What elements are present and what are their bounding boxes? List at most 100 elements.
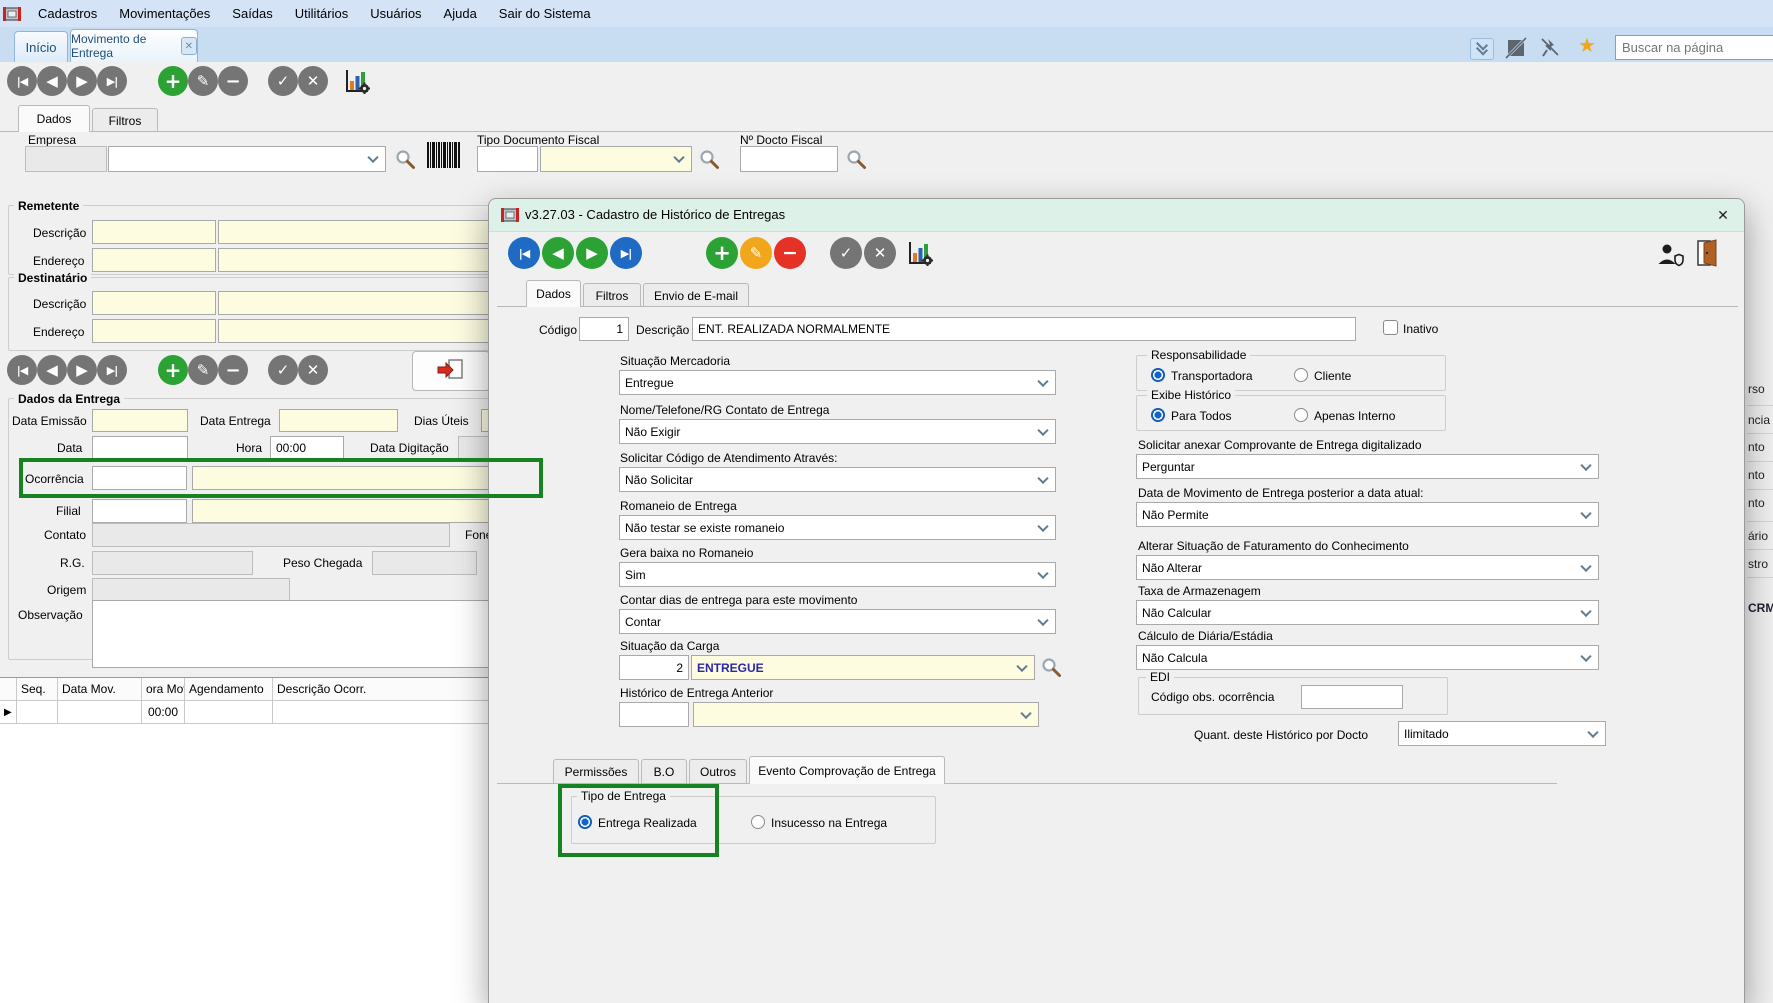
- barcode-icon[interactable]: [426, 141, 462, 171]
- destinatario-endereco-code-field[interactable]: [92, 319, 216, 343]
- dlg-tab-permissoes[interactable]: Permissões: [553, 759, 639, 784]
- nav-prev-button[interactable]: ◀: [37, 66, 67, 96]
- dlg-tab-bo[interactable]: B.O: [641, 759, 687, 784]
- insucesso-entrega-radio[interactable]: [751, 815, 765, 829]
- menu-item-sair[interactable]: Sair do Sistema: [488, 6, 602, 21]
- dialog-close-button[interactable]: ✕: [1711, 203, 1735, 227]
- dlg-tab-outros[interactable]: Outros: [689, 759, 747, 784]
- dlg-confirm-button[interactable]: ✓: [830, 237, 862, 269]
- comprovante-select[interactable]: Perguntar: [1136, 454, 1599, 479]
- dlg-chart-settings-icon[interactable]: [906, 239, 934, 267]
- entrega-nav-last-button[interactable]: ▶|: [97, 355, 127, 385]
- grid-header-hora-mov[interactable]: ora Mov: [142, 678, 185, 701]
- situacao-carga-select[interactable]: ENTREGUE: [691, 655, 1035, 680]
- grid-header-data-mov[interactable]: Data Mov.: [58, 678, 142, 701]
- confirm-button[interactable]: ✓: [268, 66, 298, 96]
- data-field[interactable]: [92, 436, 188, 459]
- dlg-tab-dados[interactable]: Dados: [526, 280, 581, 307]
- dlg-nav-next-button[interactable]: ▶: [576, 237, 608, 269]
- chevron-expand-button[interactable]: [1470, 38, 1494, 60]
- tipo-doc-code-field[interactable]: [477, 146, 538, 172]
- menu-item-cadastros[interactable]: Cadastros: [27, 6, 108, 21]
- romaneio-entrega-select[interactable]: Não testar se existe romaneio: [619, 515, 1056, 540]
- add-button[interactable]: +: [158, 66, 188, 96]
- dlg-tab-filtros[interactable]: Filtros: [583, 283, 641, 307]
- dlg-cancel-button[interactable]: ✕: [864, 237, 896, 269]
- contato-entrega-select[interactable]: Não Exigir: [619, 419, 1056, 444]
- num-doc-search-icon[interactable]: [845, 148, 867, 170]
- dlg-nav-last-button[interactable]: ▶|: [610, 237, 642, 269]
- calculo-diaria-select[interactable]: Não Calcula: [1136, 645, 1599, 670]
- entrega-edit-button[interactable]: ✎: [188, 355, 218, 385]
- dlg-nav-first-button[interactable]: |◀: [508, 237, 540, 269]
- remove-button[interactable]: −: [218, 66, 248, 96]
- descricao-field[interactable]: ENT. REALIZADA NORMALMENTE: [692, 317, 1356, 341]
- inativo-checkbox[interactable]: [1383, 320, 1398, 335]
- dlg-add-button[interactable]: +: [706, 237, 738, 269]
- filial-code-field[interactable]: [92, 499, 187, 523]
- export-document-button[interactable]: [412, 351, 490, 391]
- situacao-carga-code-field[interactable]: 2: [619, 655, 689, 680]
- tipo-doc-search-icon[interactable]: [698, 148, 720, 170]
- tab-inicio[interactable]: Início: [14, 31, 68, 62]
- entrega-nav-next-button[interactable]: ▶: [67, 355, 97, 385]
- remetente-descricao-code-field[interactable]: [92, 220, 216, 244]
- entrega-remove-button[interactable]: −: [218, 355, 248, 385]
- dlg-edit-button[interactable]: ✎: [740, 237, 772, 269]
- cliente-radio[interactable]: [1294, 368, 1308, 382]
- cancel-button[interactable]: ✕: [298, 66, 328, 96]
- tipo-doc-select[interactable]: [540, 146, 692, 172]
- tab-movimento-de-entrega[interactable]: Movimento de Entrega ✕: [70, 29, 198, 62]
- exit-door-icon[interactable]: [1695, 239, 1719, 267]
- empresa-select[interactable]: [108, 146, 386, 172]
- chart-settings-icon[interactable]: [343, 67, 371, 95]
- contar-dias-select[interactable]: Contar: [619, 609, 1056, 634]
- data-posterior-select[interactable]: Não Permite: [1136, 502, 1599, 527]
- grid-header-agendamento[interactable]: Agendamento: [185, 678, 273, 701]
- hora-field[interactable]: 00:00: [270, 436, 344, 459]
- edit-button[interactable]: ✎: [188, 66, 218, 96]
- menu-item-utilitarios[interactable]: Utilitários: [284, 6, 359, 21]
- num-doc-field[interactable]: [740, 146, 838, 172]
- alterar-faturamento-select[interactable]: Não Alterar: [1136, 555, 1599, 580]
- tab-close-icon[interactable]: ✕: [181, 37, 197, 55]
- entrega-nav-first-button[interactable]: |◀: [7, 355, 37, 385]
- data-entrega-field[interactable]: [279, 409, 398, 432]
- data-emissao-field[interactable]: [92, 409, 188, 432]
- transportadora-radio[interactable]: [1151, 368, 1165, 382]
- entrega-nav-prev-button[interactable]: ◀: [37, 355, 67, 385]
- nav-last-button[interactable]: ▶|: [97, 66, 127, 96]
- unpin-icon[interactable]: [1540, 37, 1560, 59]
- situacao-mercadoria-select[interactable]: Entregue: [619, 370, 1056, 395]
- quant-historico-select[interactable]: Ilimitado: [1398, 721, 1606, 746]
- menu-item-saidas[interactable]: Saídas: [221, 6, 283, 21]
- menu-item-movimentacoes[interactable]: Movimentações: [108, 6, 221, 21]
- main-tab-dados[interactable]: Dados: [18, 105, 90, 132]
- menu-item-ajuda[interactable]: Ajuda: [433, 6, 488, 21]
- empresa-code-field[interactable]: [25, 146, 107, 172]
- situacao-carga-search-icon[interactable]: [1040, 656, 1062, 678]
- codigo-field[interactable]: 1: [579, 317, 629, 341]
- para-todos-radio[interactable]: [1151, 408, 1165, 422]
- historico-anterior-select[interactable]: [693, 702, 1039, 727]
- historico-anterior-code-field[interactable]: [619, 702, 689, 727]
- destinatario-descricao-code-field[interactable]: [92, 291, 216, 315]
- codigo-atendimento-select[interactable]: Não Solicitar: [619, 467, 1056, 492]
- nav-first-button[interactable]: |◀: [7, 66, 37, 96]
- menu-item-usuarios[interactable]: Usuários: [359, 6, 432, 21]
- entrega-cancel-button[interactable]: ✕: [298, 355, 328, 385]
- user-permissions-icon[interactable]: [1656, 241, 1684, 267]
- gera-baixa-select[interactable]: Sim: [619, 562, 1056, 587]
- dlg-tab-evento-comprovacao[interactable]: Evento Comprovação de Entrega: [749, 756, 945, 784]
- dlg-remove-button[interactable]: −: [774, 237, 806, 269]
- nav-next-button[interactable]: ▶: [67, 66, 97, 96]
- empresa-search-icon[interactable]: [394, 148, 416, 170]
- dlg-nav-prev-button[interactable]: ◀: [542, 237, 574, 269]
- observacao-textarea[interactable]: [92, 600, 548, 668]
- entrega-confirm-button[interactable]: ✓: [268, 355, 298, 385]
- dlg-tab-envio-email[interactable]: Envio de E-mail: [643, 283, 749, 307]
- codigo-obs-field[interactable]: [1301, 685, 1403, 709]
- search-input[interactable]: [1615, 35, 1773, 60]
- main-tab-filtros[interactable]: Filtros: [92, 108, 158, 132]
- remetente-endereco-code-field[interactable]: [92, 248, 216, 272]
